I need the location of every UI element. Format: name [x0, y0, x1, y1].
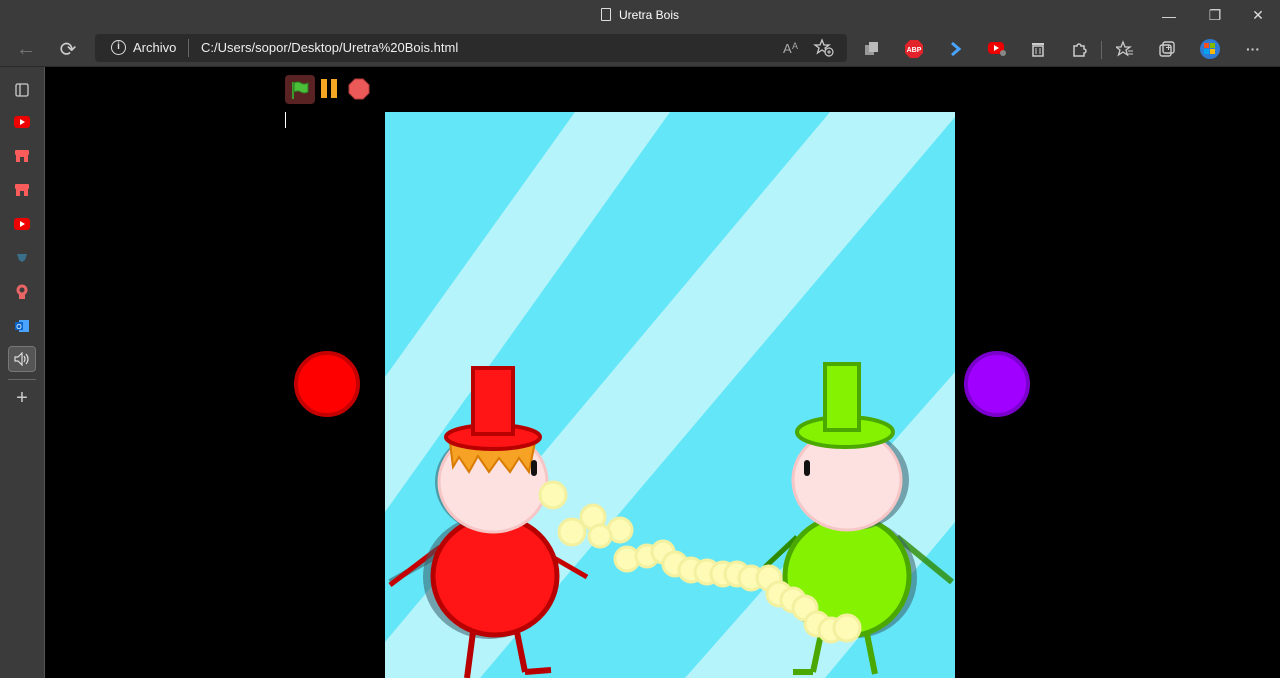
url-text[interactable]: C:/Users/sopor/Desktop/Uretra%20Bois.htm… — [201, 40, 458, 55]
restore-button[interactable]: ❐ — [1192, 0, 1238, 31]
toolbar-divider — [1101, 41, 1102, 59]
adblock-extension-button[interactable]: ABP — [900, 35, 928, 63]
purple-player-button[interactable] — [964, 351, 1030, 417]
sidebar-item-audio[interactable] — [8, 346, 36, 372]
title-bar: Uretra Bois — ❐ ✕ — [0, 0, 1280, 31]
youtube-icon — [988, 42, 1006, 56]
red-player-hat-top — [471, 366, 515, 436]
read-aloud-icon[interactable]: AA — [781, 38, 801, 58]
green-player-right-leg — [864, 633, 878, 675]
sidebar-item-outlook[interactable]: O — [8, 313, 36, 339]
site-info-label[interactable]: Archivo — [133, 40, 176, 55]
red-player-body — [430, 514, 560, 638]
extension-copy-button[interactable] — [858, 35, 886, 63]
browser-sidebar: O + — [0, 67, 45, 678]
sidebar-item-youtube-2[interactable] — [8, 211, 36, 237]
bubble — [587, 523, 613, 549]
sidebar-item-shield[interactable] — [8, 245, 36, 271]
svg-text:ABP: ABP — [907, 47, 922, 54]
youtube-icon — [14, 218, 30, 230]
add-sidebar-button[interactable]: + — [8, 385, 36, 411]
text-caret — [285, 112, 286, 128]
bubble — [832, 613, 862, 643]
window-title: Uretra Bois — [0, 8, 1280, 22]
window-title-text: Uretra Bois — [618, 8, 680, 22]
stop-button[interactable] — [348, 78, 370, 100]
pause-bar-right — [331, 79, 337, 98]
sidebar-item-app[interactable] — [8, 279, 36, 305]
sidebar-divider — [8, 379, 36, 380]
svg-text:A: A — [792, 41, 798, 51]
tab-actions-button[interactable] — [8, 77, 36, 103]
back-button[interactable]: ← — [12, 35, 40, 63]
red-player-eye — [531, 460, 537, 476]
chevron-right-icon — [951, 41, 962, 57]
sidebar-item-store-1[interactable] — [8, 143, 36, 169]
green-flag-icon — [292, 81, 309, 99]
speaker-icon — [14, 352, 29, 366]
minimize-button[interactable]: — — [1146, 0, 1192, 31]
bubble — [538, 480, 568, 510]
svg-text:A: A — [783, 41, 792, 56]
green-player-hat-top — [823, 362, 861, 432]
trash-icon — [1032, 43, 1044, 57]
arrow-left-icon: ← — [16, 37, 36, 60]
browser-toolbar: ← ⟳ i Archivo C:/Users/sopor/Desktop/Ure… — [0, 31, 1280, 67]
extensions-button[interactable] — [1066, 35, 1094, 63]
tab-actions-icon — [15, 83, 29, 97]
address-divider — [188, 39, 189, 57]
address-bar[interactable]: i Archivo C:/Users/sopor/Desktop/Uretra%… — [95, 34, 847, 62]
shield-icon — [17, 254, 27, 262]
page-content — [45, 67, 1280, 678]
puzzle-icon — [1073, 43, 1087, 57]
arrow-extension-button[interactable] — [942, 35, 970, 63]
adblock-icon: ABP — [905, 40, 923, 58]
game-canvas — [385, 112, 955, 678]
sidebar-item-store-2[interactable] — [8, 177, 36, 203]
avatar — [1200, 39, 1220, 59]
youtube-icon — [14, 116, 30, 128]
green-player-eye — [804, 460, 810, 476]
store-icon — [15, 150, 29, 162]
plus-icon: + — [16, 386, 28, 409]
collections-button[interactable] — [1153, 35, 1181, 63]
close-button[interactable]: ✕ — [1235, 0, 1280, 31]
add-favorite-icon[interactable] — [813, 38, 835, 58]
bubble — [557, 517, 587, 547]
reload-icon: ⟳ — [59, 38, 77, 61]
reload-button[interactable]: ⟳ — [54, 35, 82, 63]
favorites-button[interactable] — [1111, 35, 1139, 63]
document-icon — [600, 8, 611, 21]
favorites-icon — [1116, 40, 1133, 57]
red-player-button[interactable] — [294, 351, 360, 417]
svg-text:O: O — [16, 324, 22, 331]
info-icon[interactable]: i — [111, 40, 126, 55]
pause-bar-left — [321, 79, 327, 98]
settings-menu-button[interactable]: ··· — [1239, 35, 1267, 63]
profile-button[interactable] — [1196, 35, 1224, 63]
sidebar-item-youtube-1[interactable] — [8, 109, 36, 135]
green-flag-button[interactable] — [285, 75, 315, 104]
pause-button[interactable] — [321, 79, 339, 99]
outlook-icon: O — [15, 320, 29, 332]
youtube-extension-button[interactable] — [983, 35, 1011, 63]
app-icon — [16, 284, 28, 299]
more-icon: ··· — [1246, 41, 1260, 57]
store-icon — [15, 184, 29, 196]
stop-icon — [348, 78, 370, 100]
game-stage[interactable] — [385, 112, 955, 678]
copy-icon — [865, 42, 878, 55]
trash-extension-button[interactable] — [1024, 35, 1052, 63]
red-player-right-leg — [514, 631, 528, 673]
collections-icon — [1159, 41, 1175, 57]
